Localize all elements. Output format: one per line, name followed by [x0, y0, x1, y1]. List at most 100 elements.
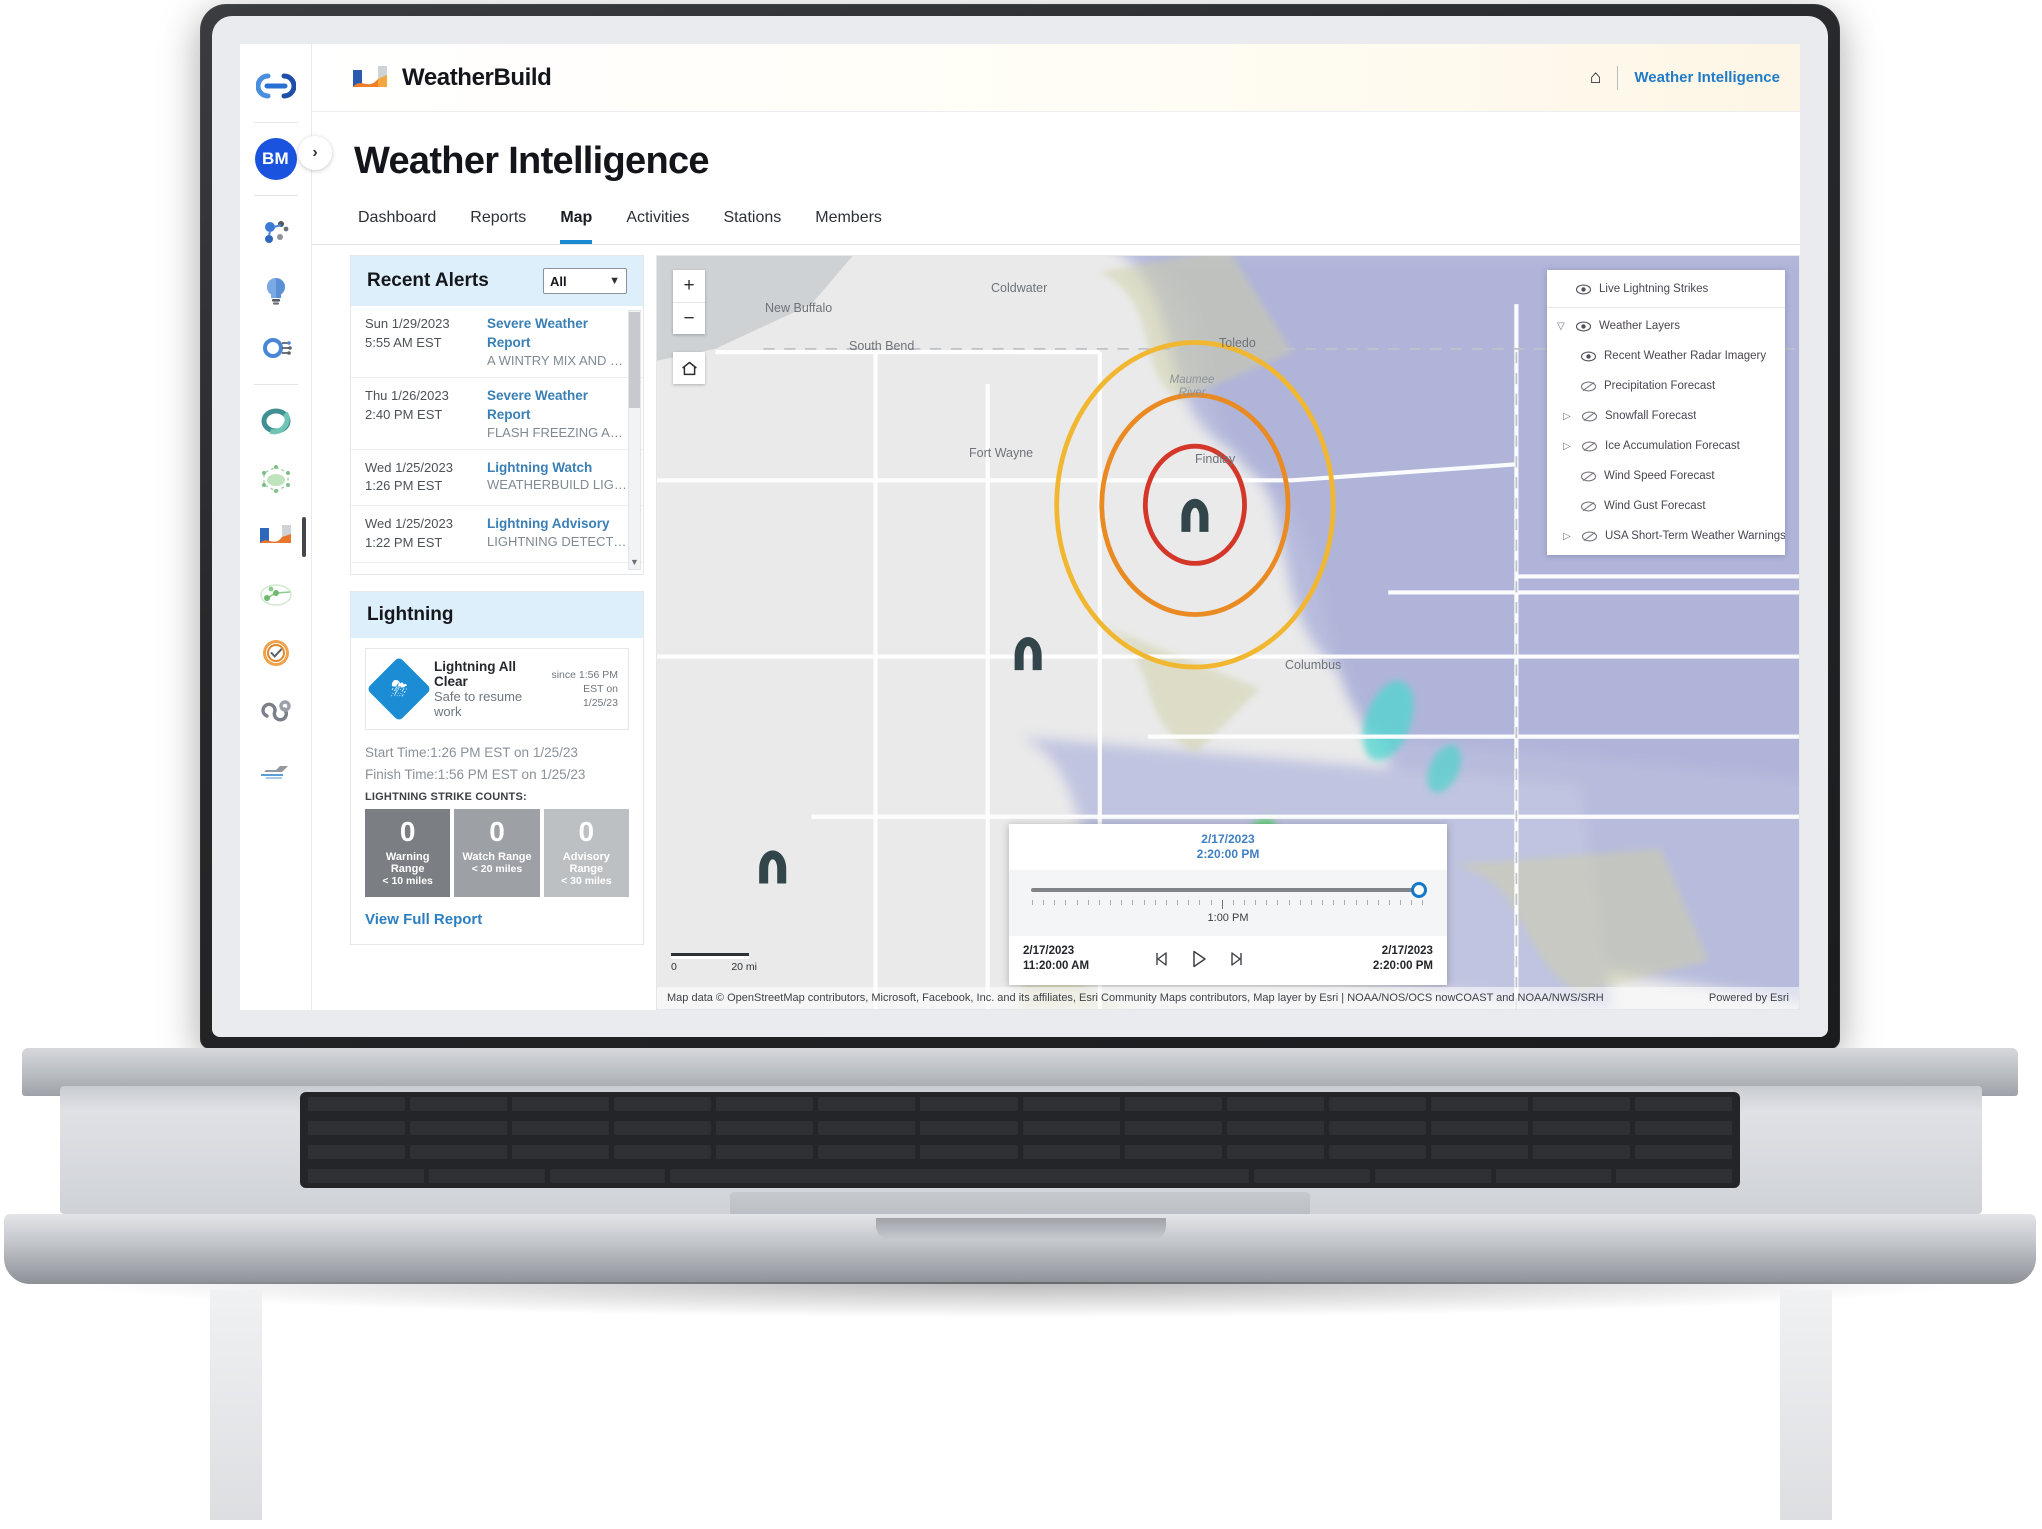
breadcrumb[interactable]: Weather Intelligence [1634, 69, 1780, 86]
eye-hidden-icon[interactable] [1581, 381, 1596, 392]
rail-divider [253, 122, 298, 123]
timeline-end-date: 2/17/2023 [1381, 944, 1433, 957]
layer-row-wind-gust-forecast[interactable]: Wind Gust Forecast [1547, 491, 1785, 521]
alert-row[interactable]: Wed 1/25/2023 1:22 PM EST Lightning Advi… [351, 506, 643, 563]
sidebar-item-quality[interactable] [248, 625, 304, 681]
tab-activities[interactable]: Activities [626, 209, 689, 244]
tab-stations[interactable]: Stations [723, 209, 781, 244]
eye-hidden-icon[interactable] [1582, 411, 1597, 422]
layer-row-wind-speed-forecast[interactable]: Wind Speed Forecast [1547, 461, 1785, 491]
tab-members[interactable]: Members [815, 209, 882, 244]
alert-kind[interactable]: Lightning Advisory [487, 572, 627, 574]
sidebar-item-environment[interactable] [248, 451, 304, 507]
timeline-ticks [1031, 898, 1425, 909]
alerts-scrollbar-thumb[interactable] [629, 312, 640, 408]
laptop-keyboard [300, 1092, 1740, 1188]
timeline-player[interactable]: 2/17/2023 2:20:00 PM 1:00 PM 2/17/2023 1… [1009, 823, 1447, 985]
chevron-down-icon[interactable]: ▽ [1557, 321, 1568, 332]
alerts-filter-value: All [550, 273, 567, 289]
weatherbuild-app: BM › WeatherBuild ⌂ Weather Intelligence… [240, 44, 1800, 1010]
layer-row-ice-accumulation-forecast[interactable]: ▷ Ice Accumulation Forecast [1547, 431, 1785, 461]
timeline-current: 2/17/2023 2:20:00 PM [1009, 824, 1447, 870]
alerts-scrollbar[interactable]: ▼ [628, 310, 641, 570]
timeline-current-time: 2:20:00 PM [1196, 847, 1260, 862]
lightning-since: since 1:56 PM EST on 1/25/23 [551, 668, 618, 710]
layer-row-live-lightning-strikes[interactable]: Live Lightning Strikes [1547, 274, 1785, 308]
alert-kind[interactable]: Severe Weather Report [487, 315, 627, 353]
eye-visible-icon[interactable] [1576, 284, 1591, 295]
city-label: Fort Wayne [969, 446, 1034, 460]
step-forward-button[interactable] [1227, 950, 1245, 968]
eye-hidden-icon[interactable] [1581, 501, 1596, 512]
tab-bar: Dashboard Reports Map Activities Station… [312, 193, 1800, 244]
alert-row[interactable]: Sun 1/29/2023 5:55 AM EST Severe Weather… [351, 306, 643, 378]
play-button[interactable] [1189, 949, 1209, 969]
sidebar-item-weather-intelligence[interactable] [248, 509, 306, 565]
layer-row-snowfall-forecast[interactable]: ▷ Snowfall Forecast [1547, 401, 1785, 431]
layer-row-recent-weather-radar-imagery[interactable]: Recent Weather Radar Imagery [1547, 341, 1785, 371]
layer-label: Precipitation Forecast [1604, 380, 1716, 392]
scroll-down-icon[interactable]: ▼ [630, 557, 639, 569]
layer-row-weather-layers[interactable]: ▽ Weather Layers [1547, 308, 1785, 341]
sidebar-expand-toggle[interactable]: › [298, 136, 332, 170]
timeline-start: 2/17/2023 11:20:00 AM [1023, 944, 1089, 975]
step-back-button[interactable] [1153, 950, 1171, 968]
city-label: Columbus [1285, 658, 1342, 672]
tab-map[interactable]: Map [560, 209, 593, 244]
node-link-icon [259, 584, 292, 606]
alert-time: 1:26 PM EST [365, 478, 443, 494]
alerts-filter-select[interactable]: All ▼ [543, 268, 627, 294]
count-watch-range: 0 Watch Range < 20 miles [454, 809, 540, 897]
alert-kind[interactable]: Lightning Watch [487, 459, 627, 478]
map-container[interactable]: + − New Buffalo South Bend Coldwater Tol… [656, 255, 1800, 1010]
brand-name: WeatherBuild [402, 63, 552, 91]
eye-hidden-icon[interactable] [1582, 531, 1597, 542]
layers-panel[interactable]: Live Lightning Strikes ▽ Weather Layers [1547, 270, 1785, 555]
timeline-slider-area[interactable]: 1:00 PM [1009, 869, 1447, 936]
sidebar-item-people[interactable] [248, 204, 304, 260]
chevron-right-icon[interactable]: ▷ [1563, 411, 1574, 422]
lightning-header: Lightning [351, 592, 643, 638]
home-icon[interactable]: ⌂ [1590, 67, 1601, 89]
eye-hidden-icon[interactable] [1581, 471, 1596, 482]
org-logo[interactable] [248, 58, 304, 114]
layers-list: Live Lightning Strikes ▽ Weather Layers [1547, 270, 1785, 555]
alert-content: Lightning Advisory LIGHTNING DETECTED 22… [487, 515, 627, 553]
alert-kind[interactable]: Lightning Advisory [487, 515, 627, 534]
layer-row-usa-short-term-weather-warnings[interactable]: ▷ USA Short-Term Weather Warnings [1547, 521, 1785, 551]
eye-visible-icon[interactable] [1581, 351, 1596, 362]
lightning-status-text: Lightning All Clear Safe to resume work [434, 659, 535, 719]
timeline-slider[interactable] [1031, 881, 1427, 898]
layer-label: USA Short-Term Weather Warnings [1605, 530, 1785, 542]
chevron-right-icon[interactable]: ▷ [1563, 441, 1574, 452]
user-avatar[interactable]: BM [248, 131, 304, 187]
chevron-right-icon[interactable]: ▷ [1563, 531, 1574, 542]
eye-visible-icon[interactable] [1576, 321, 1591, 332]
eye-hidden-icon[interactable] [1582, 441, 1597, 452]
sidebar-item-links[interactable] [248, 683, 304, 739]
sidebar-item-automation[interactable] [248, 320, 304, 376]
timeline-current-date: 2/17/2023 [1201, 831, 1255, 846]
lightning-status-title: Lightning All Clear [434, 659, 516, 689]
left-panel: Recent Alerts All ▼ Sun 1/29/2023 5:55 A… [350, 245, 656, 1010]
river-label: Maumee River [1169, 374, 1215, 400]
alerts-list[interactable]: Sun 1/29/2023 5:55 AM EST Severe Weather… [351, 306, 643, 574]
tab-dashboard[interactable]: Dashboard [358, 209, 436, 244]
alert-row[interactable]: Thu 1/26/2023 2:40 PM EST Severe Weather… [351, 378, 643, 450]
alert-kind[interactable]: Severe Weather Report [487, 387, 627, 425]
brand[interactable]: WeatherBuild [352, 63, 552, 93]
alert-row[interactable]: Wed 1/25/2023 1:26 PM EST Lightning Watc… [351, 450, 643, 507]
gear-check-icon [262, 640, 289, 666]
sidebar-item-loop[interactable] [248, 393, 304, 449]
timeline-handle[interactable] [1411, 881, 1427, 898]
layer-row-precipitation-forecast[interactable]: Precipitation Forecast [1547, 371, 1785, 401]
sidebar-item-connections[interactable] [248, 567, 304, 623]
sidebar-item-insights[interactable] [248, 262, 304, 318]
attribution-text: Map data © OpenStreetMap contributors, M… [667, 992, 1604, 1004]
step-forward-icon [1231, 952, 1242, 967]
tab-reports[interactable]: Reports [470, 209, 526, 244]
sidebar-item-logistics[interactable] [248, 741, 304, 797]
view-full-report-link[interactable]: View Full Report [365, 911, 629, 928]
count-range-label: Advisory Range [562, 850, 610, 875]
alert-row[interactable]: Wed 1/25/2023 11:46 AM EST Lightning Adv… [351, 563, 643, 574]
